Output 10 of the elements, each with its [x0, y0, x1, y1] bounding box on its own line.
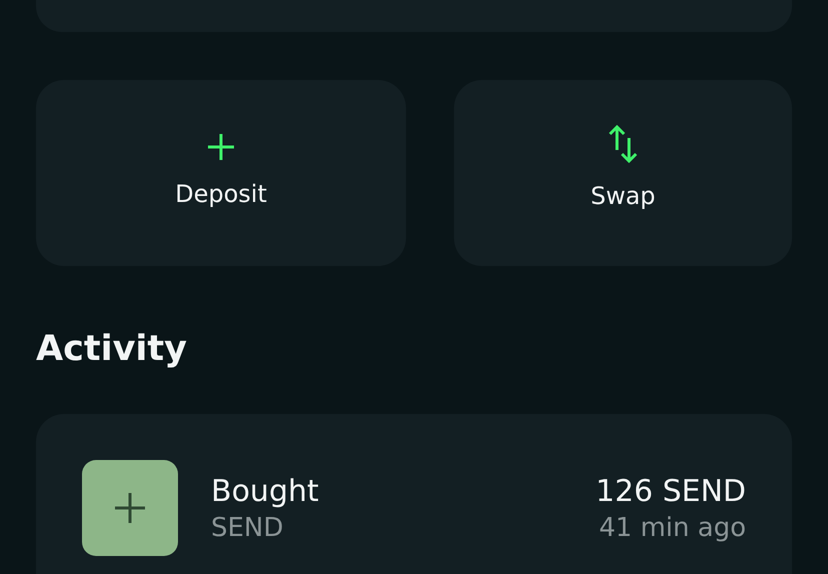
deposit-button[interactable]: Deposit — [36, 80, 406, 266]
swap-arrows-icon — [607, 124, 639, 164]
plus-icon — [206, 132, 236, 162]
swap-button[interactable]: Swap — [454, 80, 792, 266]
transaction-title: Bought — [211, 474, 320, 508]
plus-icon — [82, 460, 178, 556]
token-name: SEND — [211, 512, 284, 542]
section-heading: Activity — [36, 328, 188, 371]
transaction-time: 41 min ago — [599, 512, 746, 542]
transaction-amount: 126 SEND — [596, 474, 746, 508]
